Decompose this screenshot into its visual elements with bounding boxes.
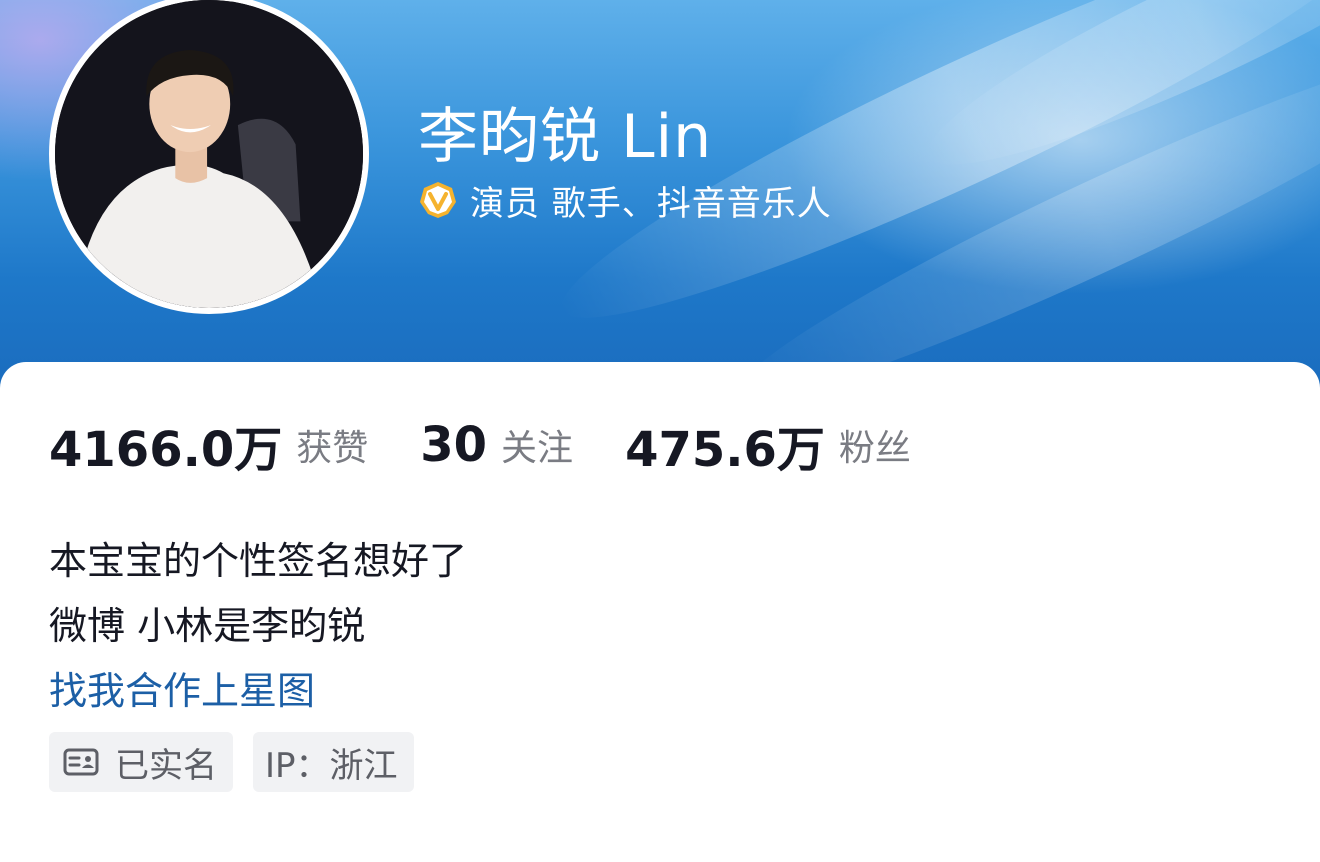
avatar-photo	[55, 0, 363, 308]
stat-following-label: 关注	[501, 428, 574, 469]
stats-row: 4166.0万 获赞 30 关注 475.6万 粉丝	[49, 410, 963, 480]
stat-followers[interactable]: 475.6万 粉丝	[625, 410, 911, 480]
profile-tags: 已实名 IP：浙江	[49, 732, 434, 792]
id-card-icon	[63, 748, 99, 776]
stat-followers-value: 475.6万	[625, 422, 825, 478]
verification-text: 演员 歌手、抖音音乐人	[470, 183, 832, 224]
ip-location-tag: IP：浙江	[253, 732, 414, 792]
bio-line-2: 微博 小林是李昀锐	[49, 604, 366, 648]
avatar[interactable]	[49, 0, 369, 314]
stat-likes[interactable]: 4166.0万 获赞	[49, 410, 368, 480]
stat-following-value: 30	[420, 417, 488, 473]
stat-likes-value: 4166.0万	[49, 422, 283, 478]
stat-following[interactable]: 30 关注	[420, 417, 573, 473]
profile-card: 4166.0万 获赞 30 关注 475.6万 粉丝 本宝宝的个性签名想好了 微…	[0, 362, 1320, 862]
verified-badge-icon	[420, 182, 456, 218]
collaboration-link[interactable]: 找我合作上星图	[49, 660, 315, 715]
profile-name: 李昀锐 Lin	[418, 102, 713, 172]
verified-name-text: 已实名	[115, 745, 217, 786]
stat-likes-label: 获赞	[296, 428, 369, 469]
verified-name-tag[interactable]: 已实名	[49, 732, 233, 792]
bio-line-1: 本宝宝的个性签名想好了	[49, 539, 468, 583]
stat-followers-label: 粉丝	[838, 428, 911, 469]
verification-row: 演员 歌手、抖音音乐人	[418, 178, 832, 224]
ip-location-text: IP：浙江	[265, 745, 398, 786]
